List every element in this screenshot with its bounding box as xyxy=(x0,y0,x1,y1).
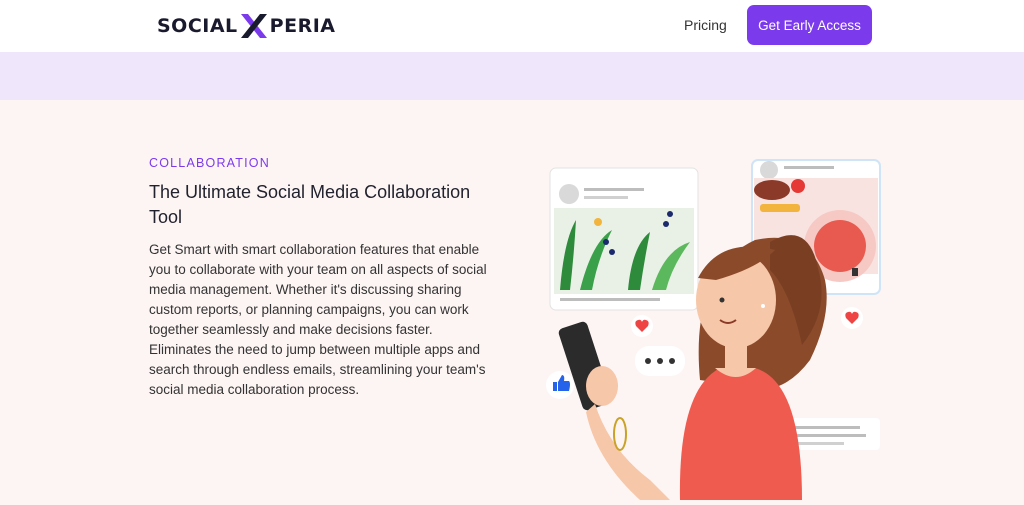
section-description: Get Smart with smart collaboration featu… xyxy=(149,242,487,397)
typing-dots-icon xyxy=(635,346,685,376)
heart-icon xyxy=(631,315,653,337)
logo-x-icon xyxy=(239,12,269,40)
logo-text-right: PERIA xyxy=(269,15,336,37)
bookmark-icon xyxy=(852,268,858,276)
site-header: SOCIAL PERIA Pricing Get Early Access xyxy=(0,0,1024,52)
hero-band xyxy=(0,52,1024,100)
brand-logo[interactable]: SOCIAL PERIA xyxy=(157,12,335,40)
heart-icon xyxy=(841,307,863,329)
social-post-card xyxy=(549,167,699,311)
nav-pricing-link[interactable]: Pricing xyxy=(684,17,727,33)
get-early-access-button[interactable]: Get Early Access xyxy=(747,5,872,45)
section-title: The Ultimate Social Media Collaboration … xyxy=(149,182,471,227)
collaboration-illustration xyxy=(540,150,890,500)
section-eyebrow: COLLABORATION xyxy=(149,156,270,170)
thumbs-up-icon xyxy=(546,371,574,399)
logo-text-left: SOCIAL xyxy=(157,15,238,37)
